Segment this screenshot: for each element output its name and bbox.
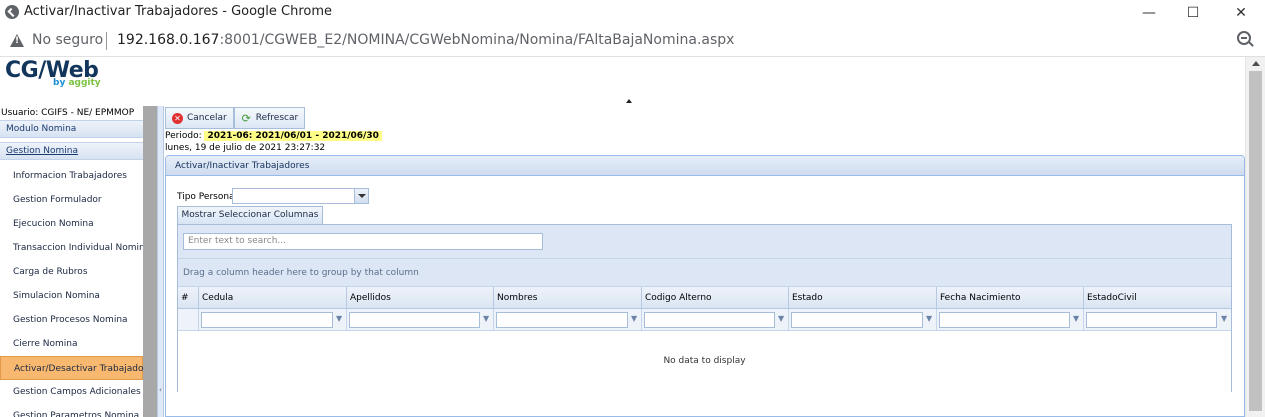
window-titlebar: Activar/Inactivar Trabajadores - Google …	[0, 0, 1265, 25]
filter-input-cedula[interactable]	[201, 312, 333, 328]
filter-cell-index	[178, 309, 199, 330]
cancel-button[interactable]: ✕ Cancelar	[165, 107, 234, 129]
cgweb-logo: CG/Web by aggity	[5, 58, 115, 98]
column-header-codigo-alterno[interactable]: Codigo Alterno	[642, 287, 789, 308]
filter-icon[interactable]: ▼	[778, 315, 786, 323]
collapse-header-icon[interactable]	[626, 99, 632, 103]
filter-icon[interactable]: ▼	[336, 315, 344, 323]
column-header-cedula[interactable]: Cedula	[199, 287, 347, 308]
sidebar-item-cierre-nomina[interactable]: Cierre Nomina	[0, 332, 143, 356]
splitter-arrow-icon[interactable]: ‹	[159, 386, 162, 394]
chevron-down-icon[interactable]	[354, 189, 368, 203]
sidebar-item-simulacion-nomina[interactable]: Simulacion Nomina	[0, 284, 143, 308]
filter-input-apellidos[interactable]	[349, 312, 480, 328]
filter-input-estado-civil[interactable]	[1086, 312, 1217, 328]
sidebar-item-parametros-nomina[interactable]: Gestion Parametros Nomina	[0, 404, 143, 417]
tipo-persona-select[interactable]	[232, 188, 369, 204]
filter-cell-estado: ▼	[789, 309, 937, 330]
cancel-label: Cancelar	[187, 113, 227, 123]
filter-cell-estado-civil: ▼	[1084, 309, 1231, 330]
sidebar-scrollbar[interactable]	[143, 106, 157, 417]
url-path: :8001/CGWEB_E2/NOMINA/CGWebNomina/Nomina…	[219, 32, 735, 48]
column-header-index[interactable]: #	[178, 287, 199, 308]
column-header-nombres[interactable]: Nombres	[494, 287, 642, 308]
group-label: Gestion Nomina	[6, 146, 79, 156]
filter-icon[interactable]: ▼	[483, 315, 491, 323]
sidebar-splitter[interactable]: ‹	[157, 106, 164, 417]
url-host: 192.168.0.167	[117, 32, 220, 48]
filter-cell-apellidos: ▼	[347, 309, 494, 330]
periodo-label: Periodo:	[165, 131, 202, 141]
empty-message: No data to display	[178, 331, 1231, 392]
group-panel[interactable]: Drag a column header here to group by th…	[178, 259, 1231, 287]
column-header-fecha-nacimiento[interactable]: Fecha Nacimiento	[937, 287, 1084, 308]
current-date: lunes, 19 de julio de 2021 23:27:32	[165, 143, 326, 153]
user-label: Usuario: CGIFS - NE/ EPMMOP	[1, 108, 135, 118]
refresh-label: Refrescar	[255, 113, 299, 123]
close-window-button[interactable]: ✕	[1218, 0, 1264, 25]
sidebar-item-transaccion-individual[interactable]: Transaccion Individual Nomina	[0, 236, 143, 260]
grid-header-row: # Cedula Apellidos Nombres Codigo Altern…	[178, 287, 1231, 309]
sidebar-item-ejecucion-nomina[interactable]: Ejecucion Nomina	[0, 212, 143, 236]
filter-icon[interactable]: ▼	[631, 315, 639, 323]
sidebar-group-modulo-nomina[interactable]: Modulo Nomina	[0, 120, 143, 138]
group-label: Modulo Nomina	[6, 124, 77, 134]
column-header-estado-civil[interactable]: EstadoCivil	[1084, 287, 1231, 308]
filter-icon[interactable]: ▼	[1073, 315, 1081, 323]
page-scrollbar[interactable]	[1245, 57, 1265, 417]
filter-row: ▼ ▼ ▼ ▼ ▼ ▼ ▼	[178, 309, 1231, 331]
sidebar-item-campos-adicionales[interactable]: Gestion Campos Adicionales	[0, 380, 143, 404]
filter-cell-codigo-alterno: ▼	[642, 309, 789, 330]
column-header-estado[interactable]: Estado	[789, 287, 937, 308]
filter-input-nombres[interactable]	[496, 312, 628, 328]
filter-input-fecha-nacimiento[interactable]	[939, 312, 1070, 328]
scroll-up-icon[interactable]	[1252, 61, 1260, 66]
logo-by: by	[53, 78, 66, 88]
tipo-persona-label: Tipo Persona	[177, 192, 235, 202]
logo-brand: aggity	[68, 78, 101, 88]
url-text[interactable]: 192.168.0.167:8001/CGWEB_E2/NOMINA/CGWeb…	[117, 32, 734, 48]
toolbar: ✕ Cancelar ⟳ Refrescar	[165, 107, 306, 129]
security-label[interactable]: No seguro	[32, 32, 103, 48]
data-grid: Enter text to search... Drag a column he…	[177, 224, 1232, 392]
logo-byline: by aggity	[53, 78, 101, 88]
sidebar-item-gestion-procesos[interactable]: Gestion Procesos Nomina	[0, 308, 143, 332]
sidebar-group-gestion-nomina[interactable]: Gestion Nomina	[0, 142, 143, 160]
filter-cell-nombres: ▼	[494, 309, 642, 330]
sidebar-item-activar-desactivar[interactable]: Activar/Desactivar Trabajadores	[0, 356, 143, 380]
refresh-button[interactable]: ⟳ Refrescar	[233, 107, 306, 129]
filter-icon[interactable]: ▼	[926, 315, 934, 323]
filter-input-codigo-alterno[interactable]	[644, 312, 775, 328]
grid-search-row: Enter text to search...	[178, 225, 1231, 259]
sidebar-item-gestion-formulador[interactable]: Gestion Formulador	[0, 188, 143, 212]
cancel-icon: ✕	[172, 112, 183, 124]
divider	[106, 32, 107, 50]
maximize-button[interactable]: ☐	[1170, 0, 1216, 25]
filter-cell-cedula: ▼	[199, 309, 347, 330]
window-title: Activar/Inactivar Trabajadores - Google …	[24, 4, 333, 19]
zoom-icon[interactable]	[1237, 31, 1251, 45]
refresh-icon: ⟳	[241, 111, 251, 125]
warning-icon[interactable]	[10, 34, 24, 47]
chrome-favicon-icon	[5, 5, 19, 19]
filter-cell-fecha-nacimiento: ▼	[937, 309, 1084, 330]
show-columns-tab[interactable]: Mostrar Seleccionar Columnas	[177, 206, 323, 224]
address-bar[interactable]: No seguro 192.168.0.167:8001/CGWEB_E2/NO…	[0, 25, 1265, 57]
minimize-button[interactable]: —	[1126, 0, 1172, 25]
filter-input-estado[interactable]	[791, 312, 923, 328]
grid-search-input[interactable]: Enter text to search...	[183, 233, 543, 250]
panel-title: Activar/Inactivar Trabajadores	[166, 156, 1244, 176]
sidebar: Usuario: CGIFS - NE/ EPMMOP Modulo Nomin…	[0, 106, 143, 417]
filter-icon[interactable]: ▼	[1221, 315, 1229, 323]
periodo-line: Periodo: 2021-06: 2021/06/01 - 2021/06/3…	[165, 131, 382, 141]
sidebar-item-informacion-trabajadores[interactable]: Informacion Trabajadores	[0, 164, 143, 188]
sidebar-item-carga-rubros[interactable]: Carga de Rubros	[0, 260, 143, 284]
column-header-apellidos[interactable]: Apellidos	[347, 287, 494, 308]
scroll-thumb[interactable]	[1249, 71, 1262, 411]
periodo-value: 2021-06: 2021/06/01 - 2021/06/30	[204, 131, 382, 141]
